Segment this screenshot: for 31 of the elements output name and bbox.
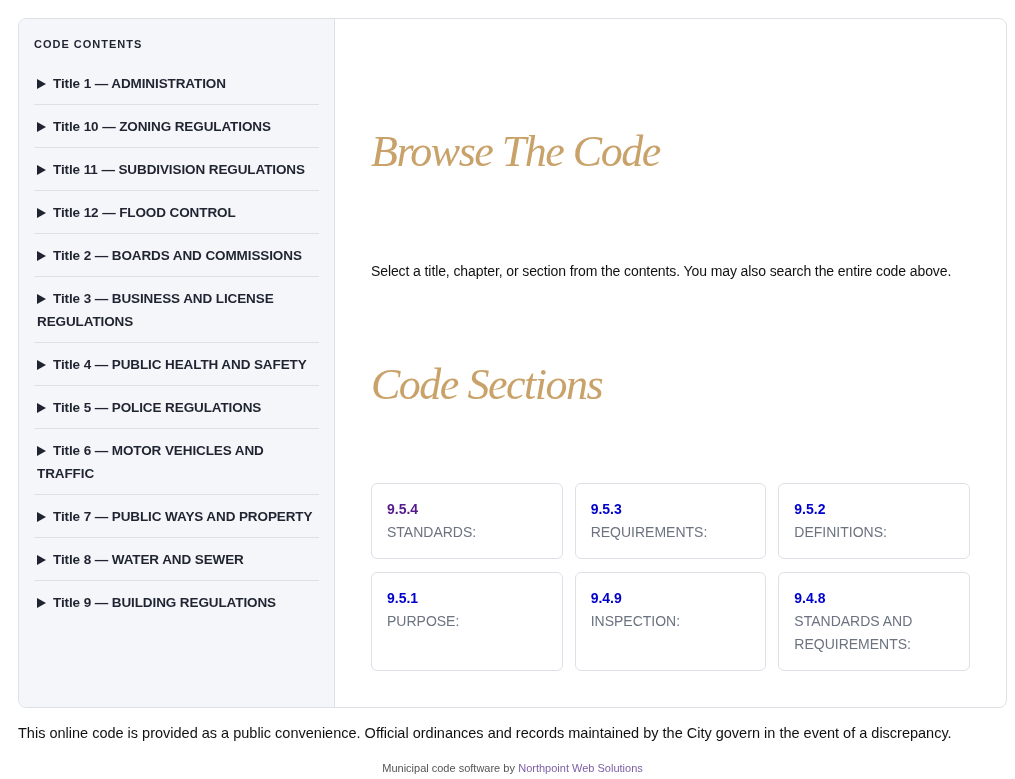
section-link[interactable]: 9.5.4 (387, 498, 419, 521)
title-link[interactable]: Title 9 — BUILDING REGULATIONS (37, 590, 316, 614)
section-title: REQUIREMENTS: (590, 523, 709, 542)
section-title: DEFINITIONS: (794, 523, 888, 542)
title-link[interactable]: Title 2 — BOARDS AND COMMISSIONS (37, 243, 316, 267)
section-title: STANDARDS AND REQUIREMENTS: (794, 612, 914, 654)
intro-text: Select a title, chapter, or section from the contents. You may also search the entire code above. (371, 262, 953, 281)
section-title: INSPECTION: (590, 612, 682, 631)
section-link[interactable]: 9.5.3 (590, 498, 622, 521)
title-link[interactable]: Title 7 — PUBLIC WAYS AND PROPERTY (37, 504, 316, 528)
credit-text: Municipal code software by Northpoint Web Solutions (381, 761, 644, 775)
title-link[interactable]: Title 10 — ZONING REGULATIONS (37, 114, 316, 138)
title-link[interactable]: Title 8 — WATER AND SEWER (37, 547, 316, 571)
disclaimer-text: This online code is provided as a public convenience. Official ordinances and records maintained by the City govern in the event of a discrepancy. (18, 724, 953, 743)
sections-heading: Code Sections (371, 359, 604, 411)
sidebar-heading: CODE CONTENTS (34, 37, 144, 51)
section-link[interactable]: 9.5.2 (794, 498, 826, 521)
section-link[interactable]: 9.5.1 (387, 587, 419, 610)
section-title: STANDARDS: (387, 523, 478, 542)
title-link[interactable]: Title 12 — FLOOD CONTROL (37, 200, 316, 224)
credit-link[interactable]: Northpoint Web Solutions (518, 762, 643, 774)
section-link[interactable]: 9.4.9 (590, 587, 622, 610)
page-title: Browse The Code (371, 126, 662, 178)
section-title: PURPOSE: (387, 612, 461, 631)
title-link[interactable]: Title 5 — POLICE REGULATIONS (37, 395, 316, 419)
title-link[interactable]: Title 1 — ADMINISTRATION (37, 71, 316, 95)
section-link[interactable]: 9.4.8 (794, 587, 826, 610)
title-link[interactable]: Title 11 — SUBDIVISION REGULATIONS (37, 157, 316, 181)
title-link[interactable]: Title 6 — MOTOR VEHICLES AND TRAFFIC (37, 438, 316, 485)
title-link[interactable]: Title 4 — PUBLIC HEALTH AND SAFETY (37, 352, 316, 376)
title-link[interactable]: Title 3 — BUSINESS AND LICENSE REGULATIONS (37, 286, 316, 333)
